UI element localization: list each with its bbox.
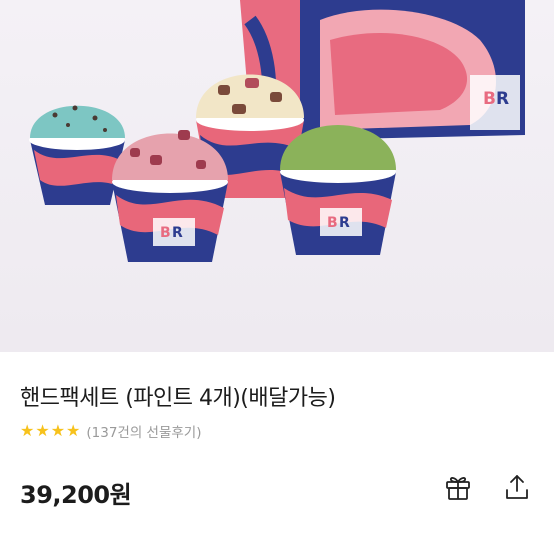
ice-cream-cup-mint — [29, 105, 125, 205]
share-button[interactable] — [500, 470, 534, 504]
svg-text:B: B — [483, 89, 496, 109]
product-image[interactable]: B R B R B R — [0, 0, 554, 352]
svg-text:R: R — [339, 215, 350, 231]
ice-cream-cup-greentea: B R — [280, 125, 396, 255]
svg-text:R: R — [496, 89, 509, 109]
star-icon: ★ — [35, 421, 50, 440]
review-count-link[interactable]: (137건의 선물후기) — [86, 421, 201, 441]
bottom-spacer — [0, 538, 554, 554]
rating-row[interactable]: ★ ★ ★ ★ (137건의 선물후기) — [20, 421, 202, 441]
ice-cream-cup-strawberry: B R — [112, 130, 228, 262]
gift-icon — [446, 477, 470, 500]
gift-button[interactable] — [441, 470, 475, 504]
product-price: 39,200원 — [20, 481, 132, 509]
svg-text:B: B — [160, 225, 171, 241]
star-rating: ★ ★ ★ ★ — [20, 421, 81, 441]
svg-text:R: R — [172, 225, 183, 241]
share-icon — [506, 475, 528, 499]
star-icon: ★ — [20, 421, 35, 440]
star-icon: ★ — [50, 421, 66, 440]
svg-text:B: B — [327, 215, 338, 231]
star-icon: ★ — [66, 421, 81, 440]
product-title: 핸드팩세트 (파인트 4개)(배달가능) — [20, 386, 336, 411]
